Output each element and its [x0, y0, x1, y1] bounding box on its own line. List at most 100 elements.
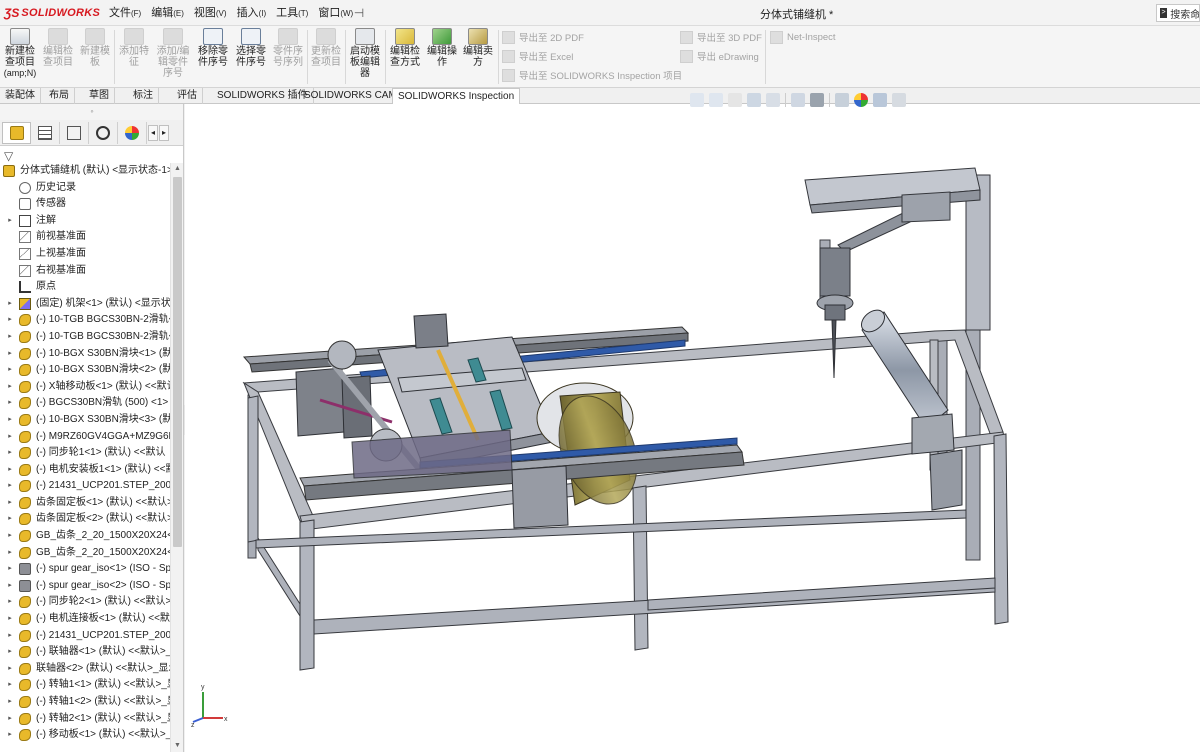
tree-item[interactable]: 上视基准面	[0, 246, 170, 263]
tree-item[interactable]: ▸ 齿条固定板<2> (默认) <<默认>	[0, 511, 173, 528]
expand-arrow-icon[interactable]: ▸	[6, 495, 14, 512]
dynamic-annotation-icon[interactable]	[766, 93, 780, 107]
select-balloon-button[interactable]: 选择零件序号	[232, 28, 270, 68]
tabs-scroll-right-icon[interactable]: ▸	[159, 124, 169, 141]
tab-dimxpert[interactable]	[89, 121, 118, 144]
expand-arrow-icon[interactable]: ▸	[6, 412, 14, 429]
panel-grip[interactable]: ◦	[0, 104, 183, 120]
menu-edit[interactable]: 编辑(E)	[146, 0, 189, 27]
section-view-icon[interactable]	[747, 93, 761, 107]
edit-appearance-icon[interactable]	[854, 93, 868, 107]
tab-cam[interactable]: SOLIDWORKS CAM	[299, 88, 403, 104]
edit-operation-button[interactable]: 编辑操作	[424, 28, 460, 68]
zoom-to-area-icon[interactable]	[709, 93, 723, 107]
tree-item[interactable]: ▸ (固定) 机架<1> (默认) <显示状态	[0, 296, 181, 313]
solidworks-logo[interactable]: ƷS SOLIDWORKS	[4, 5, 100, 21]
tab-configurationmanager[interactable]	[60, 121, 89, 144]
expand-arrow-icon[interactable]: ▸	[6, 528, 14, 545]
export-2d-pdf-button[interactable]: 导出至 2D PDF	[502, 29, 584, 45]
tab-layout[interactable]: 布局	[44, 88, 75, 104]
expand-arrow-icon[interactable]: ▸	[6, 329, 14, 346]
expand-arrow-icon[interactable]: ▸	[6, 545, 14, 562]
expand-arrow-icon[interactable]: ▸	[6, 213, 14, 230]
expand-arrow-icon[interactable]: ▸	[6, 594, 14, 611]
new-template-button[interactable]: 新建模板	[78, 28, 112, 68]
new-inspection-project-button[interactable]: 新建检查项目 (amp;N)	[2, 28, 38, 79]
export-inspection-project-button[interactable]: 导出至 SOLIDWORKS Inspection 项目	[502, 67, 682, 83]
tree-item[interactable]: ▸ 齿条固定板<1> (默认) <<默认>	[0, 495, 173, 512]
tree-item[interactable]: ▸ (-) 10-BGX S30BN滑块<2> (默	[0, 362, 172, 379]
expand-arrow-icon[interactable]: ▸	[6, 677, 14, 694]
tree-item[interactable]: ▸ (-) 10-TGB BGCS30BN-2滑轨<	[0, 329, 175, 346]
tree-item[interactable]: 前视基准面	[0, 229, 170, 246]
scroll-up-icon[interactable]: ▲	[171, 163, 183, 175]
expand-arrow-icon[interactable]: ▸	[6, 296, 14, 313]
graphics-area[interactable]: y x z	[185, 93, 1200, 752]
tree-item[interactable]: ▸ (-) spur gear_iso<2> (ISO - Sp	[0, 578, 171, 595]
remove-balloon-button[interactable]: 移除零件序号	[194, 28, 232, 68]
update-inspection-button[interactable]: 更新检查项目	[308, 28, 344, 68]
tab-propertymanager[interactable]	[31, 121, 60, 144]
balloon-sequence-button[interactable]: 零件序号序列	[270, 28, 306, 68]
expand-arrow-icon[interactable]: ▸	[6, 362, 14, 379]
apply-scene-icon[interactable]	[873, 93, 887, 107]
tree-item[interactable]: 历史记录	[0, 180, 170, 197]
tab-assembly[interactable]: 装配体	[0, 88, 41, 104]
tab-display-manager[interactable]	[118, 121, 147, 144]
expand-arrow-icon[interactable]: ▸	[6, 312, 14, 329]
menu-insert[interactable]: 插入(I)	[232, 0, 272, 27]
add-edit-balloon-button[interactable]: 添加/编辑零件序号	[154, 28, 192, 79]
search-commands-box[interactable]: > 搜索命令	[1156, 4, 1200, 22]
tree-item[interactable]: ▸ (-) BGCS30BN滑轨 (500) <1>	[0, 395, 170, 412]
tab-sketch[interactable]: 草图	[84, 88, 115, 104]
tree-item[interactable]: ▸ (-) 10-TGB BGCS30BN-2滑轨<	[0, 312, 175, 329]
tab-inspection[interactable]: SOLIDWORKS Inspection	[392, 88, 521, 105]
tree-item[interactable]: ▸ (-) spur gear_iso<1> (ISO - Sp	[0, 561, 171, 578]
expand-arrow-icon[interactable]: ▸	[6, 661, 14, 678]
expand-arrow-icon[interactable]: ▸	[6, 462, 14, 479]
export-edrawing-button[interactable]: 导出 eDrawing	[680, 48, 759, 64]
tree-root[interactable]: 分体式铺缝机 (默认) <显示状态-1>	[0, 163, 173, 180]
template-editor-button[interactable]: 启动模板编辑器	[346, 28, 384, 79]
tree-item[interactable]: 传感器	[0, 196, 170, 213]
expand-arrow-icon[interactable]: ▸	[6, 711, 14, 728]
expand-arrow-icon[interactable]: ▸	[6, 694, 14, 711]
tree-item[interactable]: ▸ GB_齿条_2_20_1500X20X24<2>	[0, 545, 183, 562]
tree-item[interactable]: ▸ 联轴器<2> (默认) <<默认>_显示	[0, 661, 179, 678]
edit-vendor-button[interactable]: 编辑卖方	[460, 28, 496, 68]
tabs-scroll-left-icon[interactable]: ◂	[148, 124, 158, 141]
expand-arrow-icon[interactable]: ▸	[6, 445, 14, 462]
expand-arrow-icon[interactable]: ▸	[6, 379, 14, 396]
expand-arrow-icon[interactable]: ▸	[6, 511, 14, 528]
expand-arrow-icon[interactable]: ▸	[6, 628, 14, 645]
expand-arrow-icon[interactable]: ▸	[6, 727, 14, 744]
expand-arrow-icon[interactable]: ▸	[6, 478, 14, 495]
view-orientation-icon[interactable]	[791, 93, 805, 107]
scroll-thumb[interactable]	[173, 177, 182, 547]
expand-arrow-icon[interactable]: ▸	[6, 561, 14, 578]
add-feature-button[interactable]: 添加特征	[116, 28, 152, 68]
tree-item[interactable]: ▸ (-) 电机连接板<1> (默认) <<默认	[0, 611, 180, 628]
tab-evaluate[interactable]: 评估	[172, 88, 203, 104]
net-inspect-button[interactable]: Net-Inspect	[770, 29, 836, 45]
view-settings-icon[interactable]	[892, 93, 906, 107]
expand-arrow-icon[interactable]: ▸	[6, 395, 14, 412]
expand-arrow-icon[interactable]: ▸	[6, 346, 14, 363]
export-3d-pdf-button[interactable]: 导出至 3D PDF	[680, 29, 762, 45]
tree-item[interactable]: ▸ (-) X轴移动板<1> (默认) <<默认	[0, 379, 177, 396]
tree-item[interactable]: ▸ (-) 10-BGX S30BN滑块<1> (默	[0, 346, 172, 363]
export-excel-button[interactable]: 导出至 Excel	[502, 48, 573, 64]
tree-item[interactable]: ▸ (-) 21431_UCP201.STEP_2006<	[0, 628, 182, 645]
expand-arrow-icon[interactable]: ▸	[6, 429, 14, 446]
menu-tools[interactable]: 工具(T)	[271, 0, 313, 27]
menu-file[interactable]: 文件(F)	[104, 0, 146, 27]
tree-item[interactable]: 原点	[0, 279, 170, 296]
expand-arrow-icon[interactable]: ▸	[6, 611, 14, 628]
zoom-to-fit-icon[interactable]	[690, 93, 704, 107]
expand-arrow-icon[interactable]: ▸	[6, 644, 14, 661]
hide-show-items-icon[interactable]	[835, 93, 849, 107]
tree-item[interactable]: ▸ (-) 同步轮1<1> (默认) <<默认	[0, 445, 170, 462]
tab-featuremanager[interactable]	[2, 121, 31, 144]
tree-item[interactable]: ▸ (-) 移动板<1> (默认) <<默认>_	[0, 727, 171, 744]
edit-inspection-project-button[interactable]: 编辑检查项目	[40, 28, 76, 68]
